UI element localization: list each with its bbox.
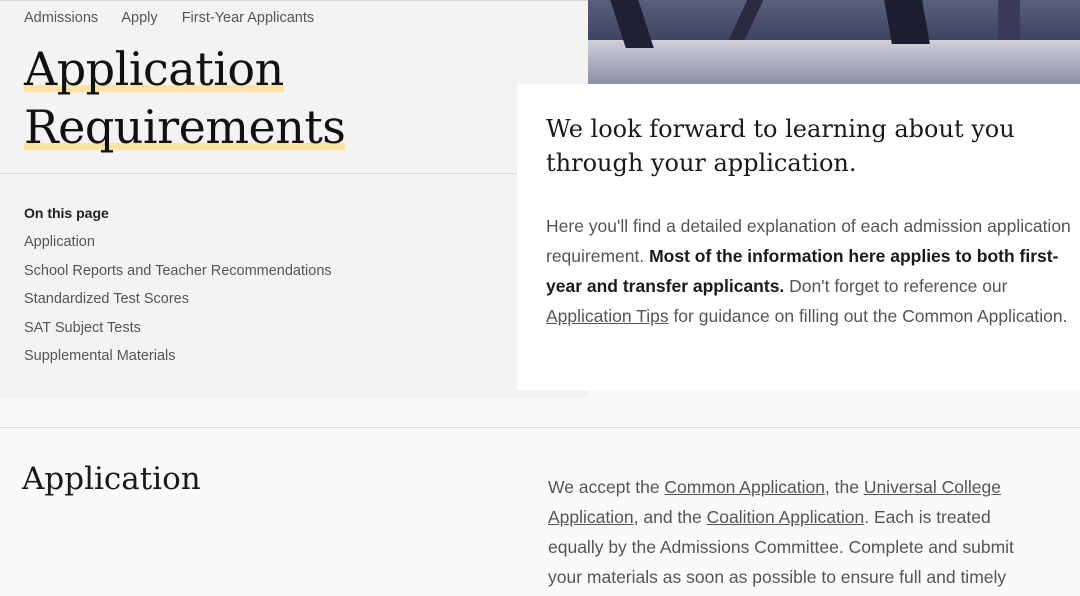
intro-card: We look forward to learning about you th…: [517, 84, 1080, 390]
toc-link-supplemental[interactable]: Supplemental Materials: [24, 342, 332, 371]
page-title-line1: Application: [24, 42, 284, 96]
hero-photo: [588, 0, 1080, 84]
photo-shape: [998, 0, 1020, 40]
toc-link-application[interactable]: Application: [24, 228, 332, 257]
breadcrumb-admissions[interactable]: Admissions: [24, 10, 98, 26]
application-tips-link[interactable]: Application Tips: [546, 306, 669, 326]
section-text: , the: [824, 477, 864, 497]
section-text: We accept the: [548, 477, 665, 497]
toc-link-school-reports[interactable]: School Reports and Teacher Recommendatio…: [24, 257, 332, 286]
page-title-line2: Requirements: [24, 100, 346, 154]
top-divider: [0, 0, 588, 1]
section-text: , and the: [633, 507, 707, 527]
toc-link-sat-subject-tests[interactable]: SAT Subject Tests: [24, 314, 332, 343]
breadcrumb-apply[interactable]: Apply: [121, 10, 157, 26]
intro-text: Don't forget to reference our: [784, 276, 1008, 296]
breadcrumb: Admissions Apply First-Year Applicants: [24, 10, 334, 26]
common-application-link[interactable]: Common Application: [664, 477, 825, 497]
application-section-title: Application: [22, 461, 201, 497]
breadcrumb-first-year-applicants[interactable]: First-Year Applicants: [182, 10, 314, 26]
toc-link-test-scores[interactable]: Standardized Test Scores: [24, 285, 332, 314]
application-section-paragraph: We accept the Common Application, the Un…: [548, 472, 1048, 592]
header-panel: Admissions Apply First-Year Applicants A…: [0, 0, 588, 398]
section-divider: [0, 427, 1080, 428]
intro-text: for guidance on filling out the Common A…: [668, 306, 1068, 326]
header-divider: [0, 173, 588, 174]
on-this-page-nav: On this page Application School Reports …: [24, 205, 332, 371]
photo-shape: [884, 0, 930, 44]
coalition-application-link[interactable]: Coalition Application: [707, 507, 865, 527]
page-title: Application Requirements: [24, 40, 346, 156]
toc-heading: On this page: [24, 205, 109, 221]
intro-heading: We look forward to learning about you th…: [546, 115, 1015, 177]
intro-paragraph: Here you'll find a detailed explanation …: [546, 211, 1080, 331]
photo-shape: [728, 0, 764, 40]
photo-railing: [588, 40, 1080, 84]
